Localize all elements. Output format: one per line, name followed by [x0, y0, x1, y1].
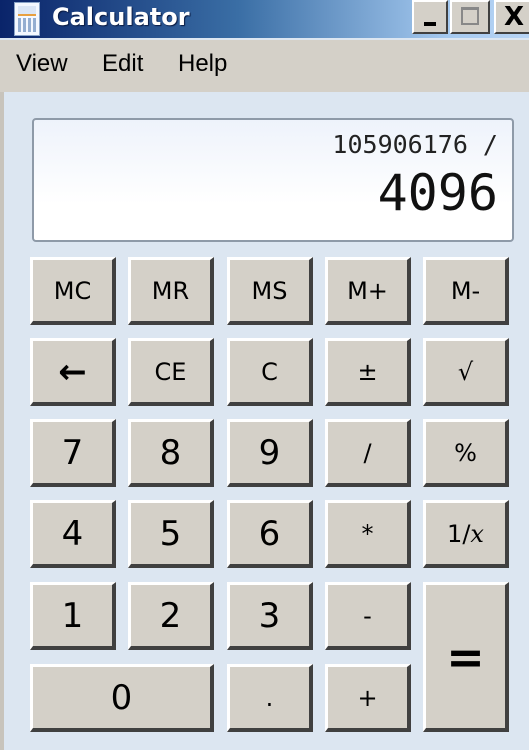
minimize-icon: [424, 22, 436, 26]
backspace-button[interactable]: ←: [30, 338, 116, 406]
memory-clear-button[interactable]: MC: [30, 257, 116, 325]
minimize-button[interactable]: [412, 0, 448, 34]
close-icon: X: [504, 2, 525, 32]
digit-4-button[interactable]: 4: [30, 500, 116, 568]
maximize-button[interactable]: [450, 0, 490, 34]
reciprocal-variable: x: [470, 519, 484, 548]
menu-edit[interactable]: Edit: [102, 50, 143, 78]
value-readout: 4096: [377, 164, 498, 222]
reciprocal-prefix: 1/: [447, 519, 471, 548]
reciprocal-button[interactable]: 1/x: [423, 500, 509, 568]
close-button[interactable]: X: [494, 0, 529, 34]
digit-9-button[interactable]: 9: [227, 419, 313, 487]
decimal-button[interactable]: .: [227, 664, 313, 732]
plus-minus-button[interactable]: ±: [325, 338, 411, 406]
expression-readout: 105906176 /: [332, 130, 498, 159]
digit-2-button[interactable]: 2: [128, 582, 214, 650]
title-bar: Calculator X: [0, 0, 529, 38]
menu-view[interactable]: View: [16, 50, 68, 78]
digit-3-button[interactable]: 3: [227, 582, 313, 650]
digit-6-button[interactable]: 6: [227, 500, 313, 568]
percent-button[interactable]: %: [423, 419, 509, 487]
subtract-button[interactable]: -: [325, 582, 411, 650]
window-title: Calculator: [52, 3, 190, 31]
memory-add-button[interactable]: M+: [325, 257, 411, 325]
backspace-arrow-icon: ←: [58, 351, 87, 392]
menu-bar: View Edit Help: [0, 40, 529, 92]
digit-7-button[interactable]: 7: [30, 419, 116, 487]
square-root-button[interactable]: √: [423, 338, 509, 406]
digit-5-button[interactable]: 5: [128, 500, 214, 568]
clear-entry-button[interactable]: CE: [128, 338, 214, 406]
clear-button[interactable]: C: [227, 338, 313, 406]
calculator-icon: [14, 2, 40, 36]
divide-button[interactable]: /: [325, 419, 411, 487]
add-button[interactable]: +: [325, 664, 411, 732]
maximize-icon: [461, 7, 479, 25]
display: 105906176 / 4096: [32, 118, 514, 242]
memory-recall-button[interactable]: MR: [128, 257, 214, 325]
memory-subtract-button[interactable]: M-: [423, 257, 509, 325]
digit-1-button[interactable]: 1: [30, 582, 116, 650]
digit-0-button[interactable]: 0: [30, 664, 214, 732]
menu-help[interactable]: Help: [178, 50, 227, 78]
equals-button[interactable]: =: [423, 582, 509, 732]
memory-store-button[interactable]: MS: [227, 257, 313, 325]
digit-8-button[interactable]: 8: [128, 419, 214, 487]
multiply-button[interactable]: *: [325, 500, 411, 568]
